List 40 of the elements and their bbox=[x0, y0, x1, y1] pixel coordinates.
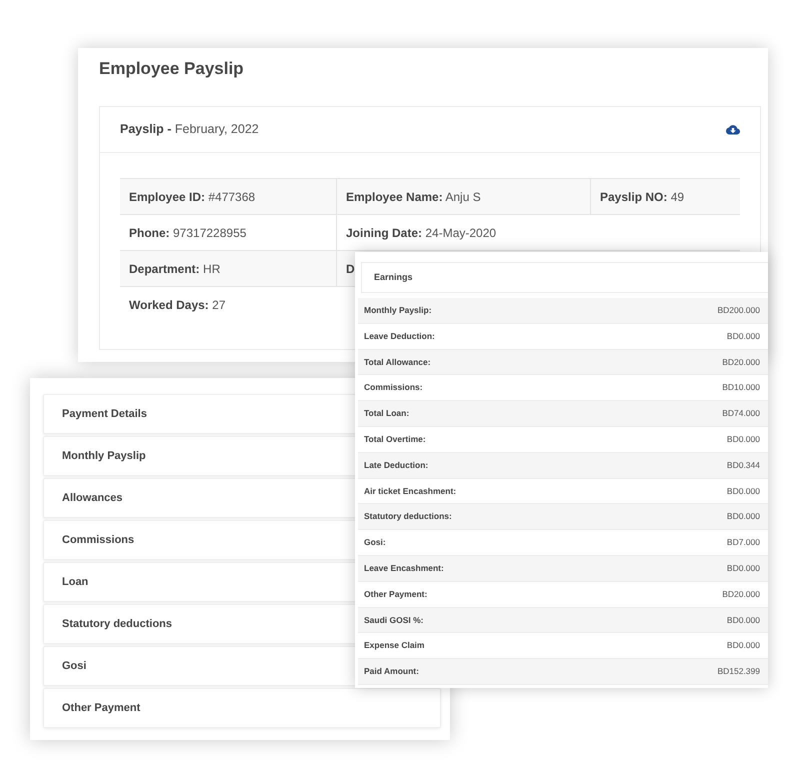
earnings-amount: BD20.000 bbox=[722, 356, 760, 368]
table-cell-text: Department: HR bbox=[129, 260, 220, 278]
panel-title: Earnings bbox=[374, 270, 413, 284]
earnings-label: Monthly Payslip: bbox=[364, 304, 432, 317]
earnings-amount: BD10.000 bbox=[722, 381, 760, 394]
table-cell-text: Employee Name: Anju S bbox=[346, 188, 481, 206]
earnings-label: Total Loan: bbox=[364, 407, 410, 420]
accordion-item[interactable]: Other Payment bbox=[43, 688, 441, 728]
table-cell-text: Employee ID: #477368 bbox=[129, 188, 256, 206]
earnings-label: Total Overtime: bbox=[364, 433, 426, 446]
earnings-amount: BD0.000 bbox=[726, 614, 760, 626]
earnings-amount: BD0.000 bbox=[726, 433, 760, 446]
earnings-label: Leave Deduction: bbox=[364, 330, 435, 343]
earnings-amount: BD200.000 bbox=[717, 304, 760, 317]
earnings-label: Other Payment: bbox=[364, 588, 428, 601]
earnings-amount: BD0.000 bbox=[726, 639, 760, 652]
page-title: Employee Payslip bbox=[99, 58, 244, 80]
earnings-label: Gosi: bbox=[364, 536, 386, 549]
earnings-amount: BD20.000 bbox=[722, 588, 760, 601]
table-cell-text: Payslip NO: 49 bbox=[600, 188, 684, 206]
earnings-amount: BD0.000 bbox=[726, 510, 760, 524]
earnings-amount: BD74.000 bbox=[722, 407, 760, 420]
cloud-download-icon[interactable] bbox=[726, 123, 740, 136]
earnings-label: Paid Amount: bbox=[364, 665, 419, 678]
earnings-amount: BD7.000 bbox=[726, 536, 760, 549]
earnings-label: Commissions: bbox=[364, 381, 423, 394]
earnings-amount: BD0.000 bbox=[726, 484, 760, 498]
earnings-amount: BD152.399 bbox=[717, 665, 760, 678]
table-cell-text: Phone: 97317228955 bbox=[129, 224, 246, 242]
earnings-label: Total Allowance: bbox=[364, 356, 431, 368]
table-cell-text: D bbox=[346, 260, 355, 278]
earnings-amount: BD0.000 bbox=[726, 562, 760, 575]
table-cell-text: Worked Days: 27 bbox=[129, 297, 226, 314]
earnings-label: Saudi GOSI %: bbox=[364, 614, 424, 626]
table-cell-text: Joining Date: 24-May-2020 bbox=[346, 224, 496, 242]
payslip-period: Payslip - February, 2022 bbox=[120, 121, 259, 138]
earnings-label: Late Deduction: bbox=[364, 458, 428, 472]
earnings-amount: BD0.344 bbox=[726, 458, 760, 472]
earnings-amount: BD0.000 bbox=[726, 330, 760, 343]
earnings-label: Leave Encashment: bbox=[364, 562, 444, 575]
